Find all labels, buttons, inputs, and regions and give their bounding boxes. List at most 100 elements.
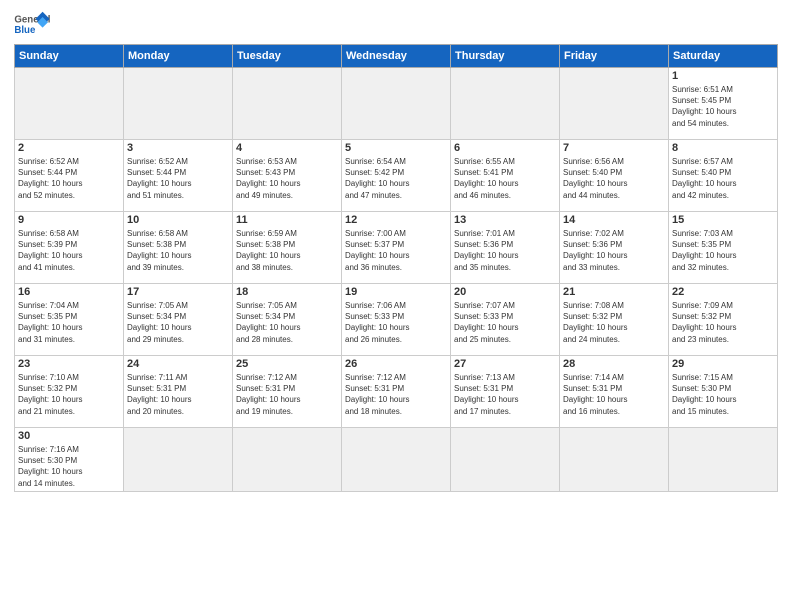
table-row: 16 Sunrise: 7:04 AM Sunset: 5:35 PM Dayli… xyxy=(15,284,124,356)
table-row xyxy=(451,428,560,492)
day-info: Sunrise: 7:01 AM Sunset: 5:36 PM Dayligh… xyxy=(454,228,556,273)
day-info: Sunrise: 7:13 AM Sunset: 5:31 PM Dayligh… xyxy=(454,372,556,417)
day-number: 27 xyxy=(454,358,556,370)
day-number: 23 xyxy=(18,358,120,370)
table-row: 29 Sunrise: 7:15 AM Sunset: 5:30 PM Dayli… xyxy=(669,356,778,428)
table-row: 1 Sunrise: 6:51 AM Sunset: 5:45 PM Daylig… xyxy=(669,68,778,140)
day-number: 3 xyxy=(127,142,229,154)
day-info: Sunrise: 6:56 AM Sunset: 5:40 PM Dayligh… xyxy=(563,156,665,201)
weekday-tuesday: Tuesday xyxy=(233,45,342,68)
day-number: 1 xyxy=(672,70,774,82)
table-row: 19 Sunrise: 7:06 AM Sunset: 5:33 PM Dayli… xyxy=(342,284,451,356)
day-number: 9 xyxy=(18,214,120,226)
day-info: Sunrise: 7:14 AM Sunset: 5:31 PM Dayligh… xyxy=(563,372,665,417)
day-number: 16 xyxy=(18,286,120,298)
day-info: Sunrise: 7:00 AM Sunset: 5:37 PM Dayligh… xyxy=(345,228,447,273)
weekday-sunday: Sunday xyxy=(15,45,124,68)
day-info: Sunrise: 7:07 AM Sunset: 5:33 PM Dayligh… xyxy=(454,300,556,345)
table-row: 26Sunrise: 7:12 AM Sunset: 5:31 PM Dayli… xyxy=(342,356,451,428)
day-info: Sunrise: 7:09 AM Sunset: 5:32 PM Dayligh… xyxy=(672,300,774,345)
table-row: 13 Sunrise: 7:01 AM Sunset: 5:36 PM Dayli… xyxy=(451,212,560,284)
day-info: Sunrise: 6:55 AM Sunset: 5:41 PM Dayligh… xyxy=(454,156,556,201)
day-number: 15 xyxy=(672,214,774,226)
day-number: 29 xyxy=(672,358,774,370)
table-row: 20 Sunrise: 7:07 AM Sunset: 5:33 PM Dayli… xyxy=(451,284,560,356)
day-info: Sunrise: 6:51 AM Sunset: 5:45 PM Dayligh… xyxy=(672,84,774,129)
day-info: Sunrise: 7:12 AM Sunset: 5:31 PM Dayligh… xyxy=(236,372,338,417)
day-number: 25 xyxy=(236,358,338,370)
table-row: 25 Sunrise: 7:12 AM Sunset: 5:31 PM Dayli… xyxy=(233,356,342,428)
table-row: 18 Sunrise: 7:05 AM Sunset: 5:34 PM Dayli… xyxy=(233,284,342,356)
table-row xyxy=(451,68,560,140)
weekday-thursday: Thursday xyxy=(451,45,560,68)
page: General Blue Sunday Monday Tuesday Wedne… xyxy=(0,0,792,500)
day-info: Sunrise: 6:58 AM Sunset: 5:39 PM Dayligh… xyxy=(18,228,120,273)
table-row: 6 Sunrise: 6:55 AM Sunset: 5:41 PM Daylig… xyxy=(451,140,560,212)
day-number: 26 xyxy=(345,358,447,370)
table-row: 15 Sunrise: 7:03 AM Sunset: 5:35 PM Dayli… xyxy=(669,212,778,284)
day-number: 2 xyxy=(18,142,120,154)
table-row: 21 Sunrise: 7:08 AM Sunset: 5:32 PM Dayli… xyxy=(560,284,669,356)
calendar-table: Sunday Monday Tuesday Wednesday Thursday… xyxy=(14,44,778,492)
day-info: Sunrise: 7:10 AM Sunset: 5:32 PM Dayligh… xyxy=(18,372,120,417)
day-number: 10 xyxy=(127,214,229,226)
day-info: Sunrise: 7:08 AM Sunset: 5:32 PM Dayligh… xyxy=(563,300,665,345)
table-row xyxy=(233,68,342,140)
day-number: 17 xyxy=(127,286,229,298)
day-info: Sunrise: 7:04 AM Sunset: 5:35 PM Dayligh… xyxy=(18,300,120,345)
day-number: 13 xyxy=(454,214,556,226)
table-row xyxy=(15,68,124,140)
table-row xyxy=(124,68,233,140)
day-number: 4 xyxy=(236,142,338,154)
day-number: 21 xyxy=(563,286,665,298)
table-row: 11Sunrise: 6:59 AM Sunset: 5:38 PM Dayli… xyxy=(233,212,342,284)
table-row xyxy=(342,68,451,140)
table-row xyxy=(233,428,342,492)
day-info: Sunrise: 7:06 AM Sunset: 5:33 PM Dayligh… xyxy=(345,300,447,345)
table-row xyxy=(342,428,451,492)
day-info: Sunrise: 7:05 AM Sunset: 5:34 PM Dayligh… xyxy=(127,300,229,345)
day-number: 6 xyxy=(454,142,556,154)
table-row: 30 Sunrise: 7:16 AM Sunset: 5:30 PM Dayli… xyxy=(15,428,124,492)
table-row xyxy=(124,428,233,492)
header: General Blue xyxy=(14,10,778,40)
day-number: 5 xyxy=(345,142,447,154)
table-row: 28 Sunrise: 7:14 AM Sunset: 5:31 PM Dayli… xyxy=(560,356,669,428)
day-number: 7 xyxy=(563,142,665,154)
day-info: Sunrise: 7:16 AM Sunset: 5:30 PM Dayligh… xyxy=(18,444,120,489)
table-row: 8Sunrise: 6:57 AM Sunset: 5:40 PM Daylig… xyxy=(669,140,778,212)
day-info: Sunrise: 7:02 AM Sunset: 5:36 PM Dayligh… xyxy=(563,228,665,273)
table-row: 27 Sunrise: 7:13 AM Sunset: 5:31 PM Dayli… xyxy=(451,356,560,428)
table-row: 17 Sunrise: 7:05 AM Sunset: 5:34 PM Dayli… xyxy=(124,284,233,356)
day-info: Sunrise: 7:03 AM Sunset: 5:35 PM Dayligh… xyxy=(672,228,774,273)
table-row xyxy=(560,428,669,492)
day-info: Sunrise: 6:53 AM Sunset: 5:43 PM Dayligh… xyxy=(236,156,338,201)
table-row: 24 Sunrise: 7:11 AM Sunset: 5:31 PM Dayli… xyxy=(124,356,233,428)
day-number: 24 xyxy=(127,358,229,370)
day-info: Sunrise: 7:15 AM Sunset: 5:30 PM Dayligh… xyxy=(672,372,774,417)
day-info: Sunrise: 6:52 AM Sunset: 5:44 PM Dayligh… xyxy=(18,156,120,201)
day-number: 12 xyxy=(345,214,447,226)
table-row: 22Sunrise: 7:09 AM Sunset: 5:32 PM Dayli… xyxy=(669,284,778,356)
day-info: Sunrise: 6:54 AM Sunset: 5:42 PM Dayligh… xyxy=(345,156,447,201)
weekday-wednesday: Wednesday xyxy=(342,45,451,68)
table-row: 2 Sunrise: 6:52 AM Sunset: 5:44 PM Daylig… xyxy=(15,140,124,212)
weekday-friday: Friday xyxy=(560,45,669,68)
table-row: 7 Sunrise: 6:56 AM Sunset: 5:40 PM Daylig… xyxy=(560,140,669,212)
table-row: 4 Sunrise: 6:53 AM Sunset: 5:43 PM Daylig… xyxy=(233,140,342,212)
day-number: 28 xyxy=(563,358,665,370)
table-row xyxy=(560,68,669,140)
day-info: Sunrise: 6:59 AM Sunset: 5:38 PM Dayligh… xyxy=(236,228,338,273)
day-number: 18 xyxy=(236,286,338,298)
day-info: Sunrise: 7:11 AM Sunset: 5:31 PM Dayligh… xyxy=(127,372,229,417)
table-row: 9 Sunrise: 6:58 AM Sunset: 5:39 PM Daylig… xyxy=(15,212,124,284)
day-number: 30 xyxy=(18,430,120,442)
table-row xyxy=(669,428,778,492)
day-number: 8 xyxy=(672,142,774,154)
table-row: 14 Sunrise: 7:02 AM Sunset: 5:36 PM Dayli… xyxy=(560,212,669,284)
day-number: 20 xyxy=(454,286,556,298)
day-number: 14 xyxy=(563,214,665,226)
day-number: 19 xyxy=(345,286,447,298)
weekday-saturday: Saturday xyxy=(669,45,778,68)
day-info: Sunrise: 7:05 AM Sunset: 5:34 PM Dayligh… xyxy=(236,300,338,345)
